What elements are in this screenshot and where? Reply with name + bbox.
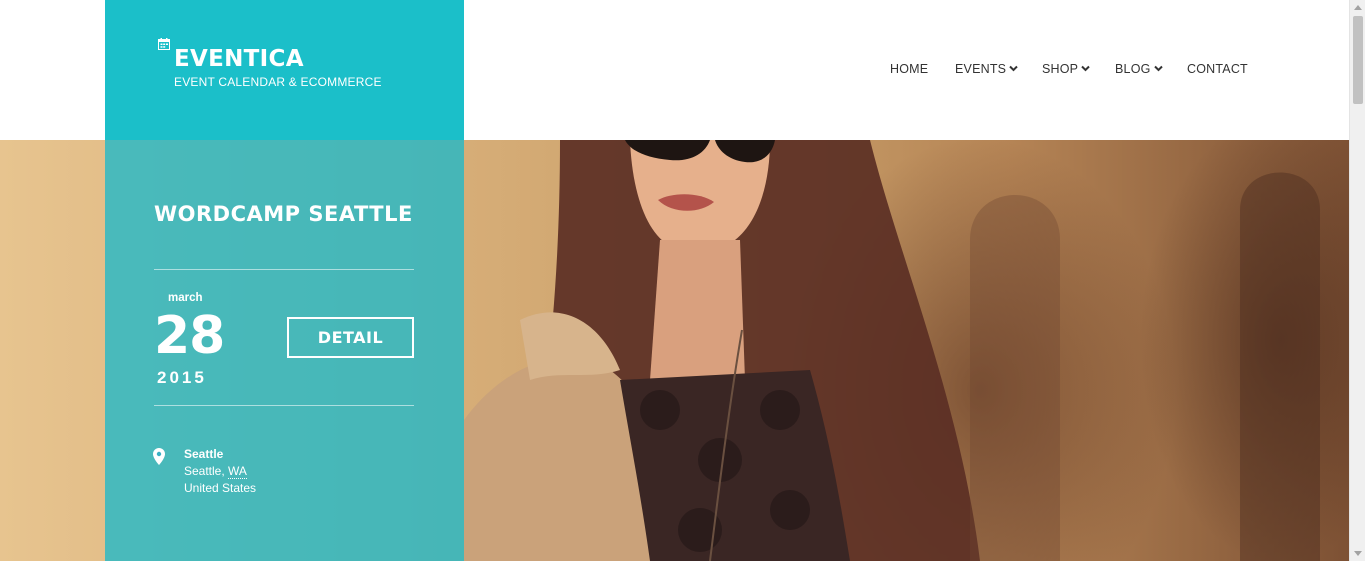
chevron-down-icon bbox=[1009, 65, 1018, 72]
event-month: march bbox=[168, 292, 203, 304]
event-title[interactable]: WORDCAMP SEATTLE bbox=[154, 202, 413, 226]
divider bbox=[154, 269, 414, 270]
calendar-icon bbox=[158, 38, 170, 50]
location-city: Seattle, WA bbox=[184, 464, 247, 479]
nav-item-label: BLOG bbox=[1115, 62, 1151, 76]
map-pin-icon bbox=[153, 448, 165, 465]
location-country: United States bbox=[184, 481, 257, 495]
nav-item-label: SHOP bbox=[1042, 62, 1079, 76]
main-nav: HOME EVENTS SHOP BLOG CONTACT bbox=[0, 62, 1349, 78]
location-state: WA bbox=[228, 464, 247, 479]
nav-item-label: HOME bbox=[890, 62, 929, 76]
nav-item-label: CONTACT bbox=[1187, 62, 1248, 76]
nav-item-shop[interactable]: SHOP bbox=[1042, 62, 1090, 76]
location-name: Seattle bbox=[184, 447, 224, 461]
divider bbox=[154, 405, 414, 406]
event-card: WORDCAMP SEATTLE march 28 2015 DETAIL Se… bbox=[105, 140, 464, 561]
page-scrollbar[interactable] bbox=[1349, 0, 1365, 561]
chevron-down-icon bbox=[1081, 65, 1090, 72]
scroll-up-arrow-icon[interactable] bbox=[1354, 5, 1362, 10]
nav-item-events[interactable]: EVENTS bbox=[955, 62, 1018, 76]
event-day: 28 bbox=[154, 306, 225, 366]
site-header: EVENTICA EVENT CALENDAR & ECOMMERCE HOME… bbox=[0, 0, 1349, 140]
detail-button[interactable]: DETAIL bbox=[287, 317, 414, 358]
nav-item-home[interactable]: HOME bbox=[890, 62, 928, 76]
event-year: 2015 bbox=[157, 368, 207, 387]
chevron-down-icon bbox=[1153, 65, 1163, 72]
scroll-thumb[interactable] bbox=[1353, 16, 1363, 104]
nav-item-contact[interactable]: CONTACT bbox=[1187, 62, 1248, 76]
scroll-down-arrow-icon[interactable] bbox=[1354, 551, 1362, 556]
nav-item-blog[interactable]: BLOG bbox=[1115, 62, 1163, 76]
location-city-name: Seattle, bbox=[184, 464, 229, 478]
nav-item-label: EVENTS bbox=[955, 62, 1007, 76]
